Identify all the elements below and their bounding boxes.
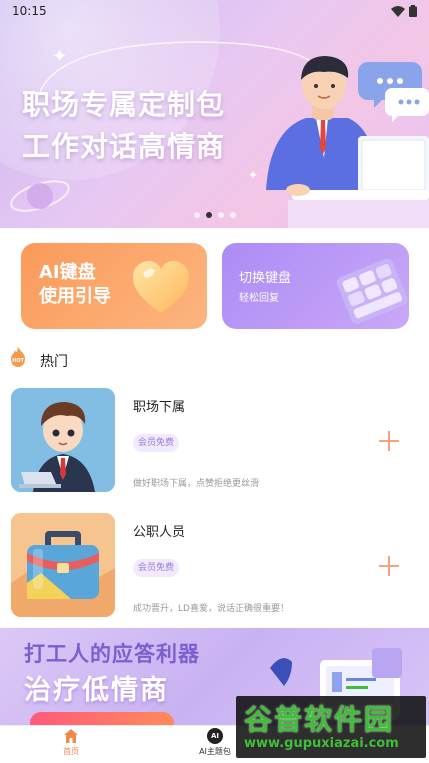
add-button[interactable]: [378, 430, 400, 452]
heart-icon: [133, 261, 189, 313]
hero-title-line2: 工作对话高情商: [22, 130, 226, 163]
promo-cta-button[interactable]: [30, 712, 174, 725]
carousel-dot-active[interactable]: [205, 212, 212, 218]
nav-tab-home[interactable]: 首页: [53, 728, 89, 757]
briefcase-illustration: [11, 513, 115, 617]
item-description: 做好职场下属，点赞拒绝更丝滑: [133, 479, 260, 489]
watermark-title: 谷普软件园: [244, 703, 395, 736]
carousel-indicator[interactable]: [0, 212, 429, 218]
item-title: 职场下属: [133, 400, 186, 415]
list-item[interactable]: 公职人员 会员免费 成功晋升，LD喜爱，说话正确很重要！: [0, 513, 429, 623]
hero-title: 职场专属定制包 工作对话高情商: [22, 84, 292, 168]
list-item[interactable]: 职场下属 会员免费 做好职场下属，点赞拒绝更丝滑: [0, 388, 429, 498]
sparkle-icon: ✦: [52, 46, 68, 67]
status-bar: 10:15: [0, 0, 429, 22]
nav-home-label: 首页: [63, 747, 79, 756]
watermark-url: www.gupuxiazai.com: [244, 736, 399, 751]
home-icon: [64, 729, 78, 743]
carousel-dot[interactable]: [193, 212, 200, 218]
ai-keyboard-card-label: AI键盘 使用引导: [39, 261, 111, 309]
item-thumbnail: [11, 388, 115, 492]
item-title: 公职人员: [133, 525, 186, 540]
ai-keyboard-guide-card[interactable]: AI键盘 使用引导: [21, 243, 207, 329]
battery-icon: [409, 5, 417, 17]
add-button[interactable]: [378, 555, 400, 577]
watermark-overlay: 谷普软件园 www.gupuxiazai.com: [236, 696, 426, 758]
status-time: 10:15: [12, 4, 47, 18]
hot-section-title: 热门: [40, 354, 68, 370]
hero-title-line1: 职场专属定制包: [22, 88, 226, 121]
promo-line2: 治疗低情商: [24, 675, 169, 706]
ai-theme-icon: AI: [207, 728, 223, 744]
nav-tab-ai-theme[interactable]: AI AI主题包: [192, 728, 238, 757]
wifi-icon: [391, 5, 405, 17]
member-free-badge: 会员免费: [133, 434, 180, 452]
office-worker-illustration: [11, 388, 115, 492]
ai-keyboard-line2: 使用引导: [39, 286, 111, 307]
promo-line1: 打工人的应答利器: [24, 642, 200, 666]
carousel-dot[interactable]: [217, 212, 224, 218]
hot-badge-text: HOT: [12, 358, 24, 364]
status-icons: [391, 5, 417, 17]
member-free-badge: 会员免费: [133, 559, 180, 577]
switch-keyboard-subtitle: 轻松回复: [239, 293, 279, 304]
nav-theme-label: AI主题包: [199, 747, 231, 756]
businessman-illustration: [266, 56, 429, 228]
keyboard-keys-icon: [336, 258, 408, 324]
switch-keyboard-title: 切换键盘: [239, 271, 292, 286]
hot-fire-icon: HOT: [11, 347, 25, 367]
item-thumbnail: [11, 513, 115, 617]
ai-keyboard-line1: AI键盘: [39, 262, 96, 283]
sparkle-icon: ✦: [248, 168, 259, 182]
carousel-dot[interactable]: [229, 212, 236, 218]
hero-banner[interactable]: ✦ ✦ 职场专属定制包 工作对话高情商: [0, 0, 429, 228]
item-description: 成功晋升，LD喜爱，说话正确很重要！: [133, 604, 289, 614]
switch-keyboard-card[interactable]: 切换键盘 轻松回复: [222, 243, 409, 329]
